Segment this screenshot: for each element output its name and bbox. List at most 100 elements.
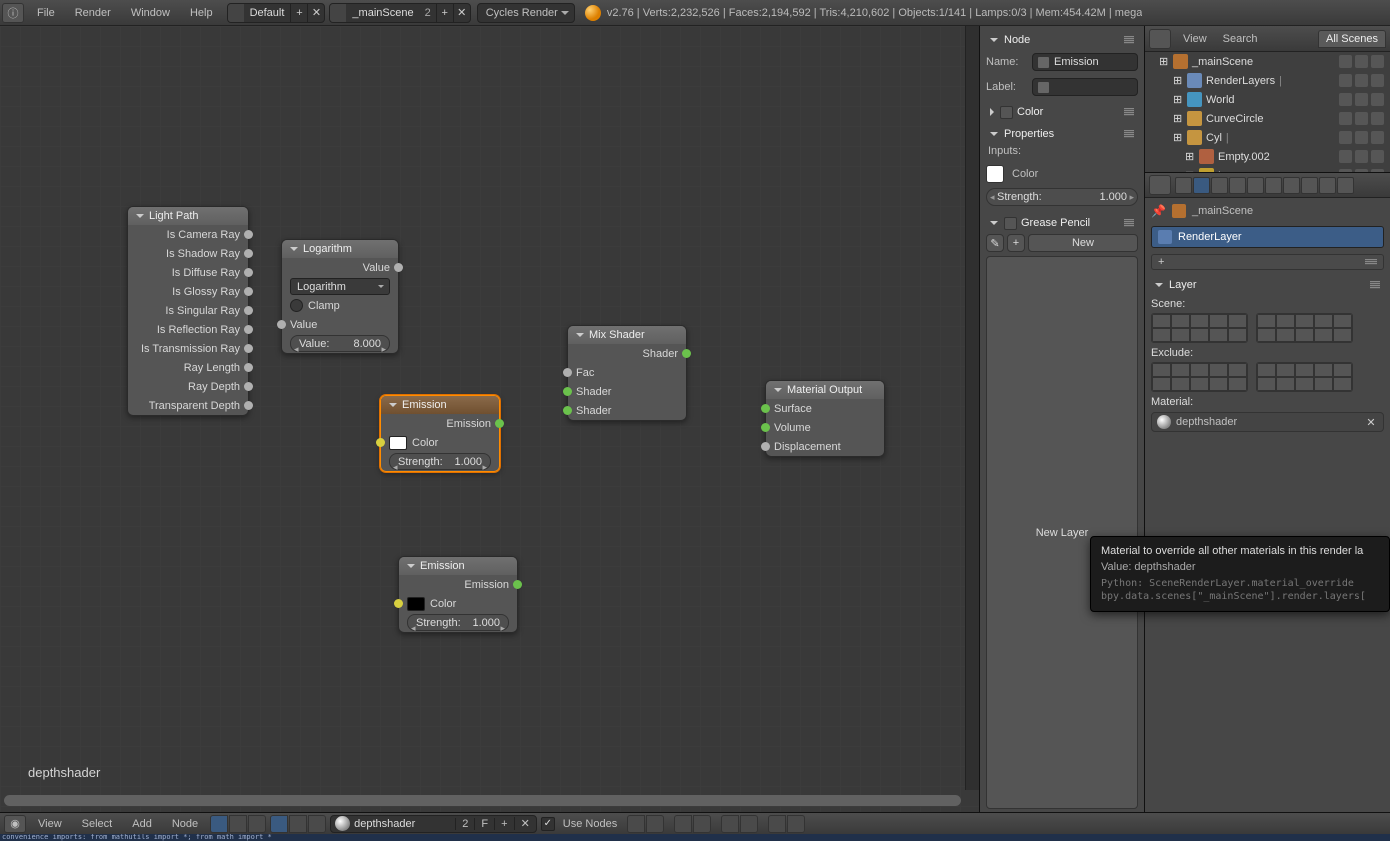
tree-row[interactable]: ⊞Cyl | [1145, 128, 1390, 147]
menu-file[interactable]: File [27, 0, 65, 26]
layer-cell[interactable] [1333, 328, 1352, 342]
material-selector[interactable]: depthshader 2 F + ✕ [330, 815, 537, 833]
node-emission-2[interactable]: Emission Emission Color Strength:1.000 [398, 556, 518, 633]
backdrop-icon[interactable] [768, 815, 786, 833]
node-editor-icon[interactable]: ◉ [4, 815, 26, 833]
section-layer[interactable]: Layer [1151, 276, 1384, 294]
strength-input[interactable]: Strength:1.000 [986, 188, 1138, 206]
layer-cell[interactable] [1314, 328, 1333, 342]
layout-remove-icon[interactable]: ✕ [307, 4, 324, 22]
snap-type-icon[interactable] [693, 815, 711, 833]
scene-remove-icon[interactable]: ✕ [453, 4, 470, 22]
gp-new-button[interactable]: New [1028, 234, 1138, 252]
menu-view[interactable]: View [30, 818, 70, 830]
layer-grid-1[interactable] [1151, 313, 1248, 343]
menu-add[interactable]: Add [124, 818, 160, 830]
go-parent-icon[interactable] [646, 815, 664, 833]
layer-cell[interactable] [1190, 377, 1209, 391]
menu-window[interactable]: Window [121, 0, 180, 26]
menu-render[interactable]: Render [65, 0, 121, 26]
outliner-editor-icon[interactable] [1149, 29, 1171, 49]
node-header[interactable]: Mix Shader [568, 326, 686, 344]
backdrop-toggle[interactable] [768, 815, 805, 833]
layer-cell[interactable] [1276, 328, 1295, 342]
crumb-scene[interactable]: _mainScene [1192, 205, 1253, 217]
layer-cell[interactable] [1190, 328, 1209, 342]
label-input[interactable] [1032, 78, 1138, 96]
pin-icon[interactable] [627, 815, 645, 833]
layout-name[interactable]: Default [244, 7, 291, 19]
color-input-row[interactable]: Color [986, 163, 1138, 185]
layer-cell[interactable] [1333, 314, 1352, 328]
node-emission-1[interactable]: Emission Emission Color Strength:1.000 [380, 395, 500, 472]
layer-cell[interactable] [1314, 377, 1333, 391]
scene-browse-icon[interactable] [330, 4, 346, 22]
layer-cell[interactable] [1171, 314, 1190, 328]
lamp-shader-icon[interactable] [308, 815, 326, 833]
node-material-output[interactable]: Material Output Surface Volume Displacem… [765, 380, 885, 457]
layer-cell[interactable] [1209, 314, 1228, 328]
section-node[interactable]: Node [986, 31, 1138, 49]
scene-name[interactable]: _mainScene [346, 7, 419, 19]
layer-cell[interactable] [1295, 377, 1314, 391]
object-shader-icon[interactable] [270, 815, 288, 833]
material-remove-icon[interactable]: ✕ [514, 817, 536, 830]
paste-icon[interactable] [740, 815, 758, 833]
snap-icon[interactable] [674, 815, 692, 833]
menu-node[interactable]: Node [164, 818, 206, 830]
tab-material[interactable] [1319, 177, 1336, 194]
layer-grid-3[interactable] [1151, 362, 1248, 392]
layer-cell[interactable] [1333, 377, 1352, 391]
outliner-view[interactable]: View [1179, 33, 1211, 45]
layer-cell[interactable] [1152, 328, 1171, 342]
section-grease-pencil[interactable]: Grease Pencil [986, 214, 1138, 232]
layer-cell[interactable] [1171, 377, 1190, 391]
outliner-tree[interactable]: ⊞_mainScene⊞RenderLayers | ⊞World⊞CurveC… [1145, 52, 1390, 172]
layer-grid-2[interactable] [1256, 313, 1353, 343]
node-header[interactable]: Emission [381, 396, 499, 414]
layer-cell[interactable] [1295, 314, 1314, 328]
clamp-check[interactable]: Clamp [282, 296, 398, 315]
tab-render[interactable] [1175, 177, 1192, 194]
layer-cell[interactable] [1276, 314, 1295, 328]
pin-icon[interactable]: 📌 [1151, 204, 1166, 218]
tree-row[interactable]: ⊞Empty.002 [1145, 147, 1390, 166]
texture-tree-icon[interactable] [248, 815, 266, 833]
layer-cell[interactable] [1257, 377, 1276, 391]
strength-field[interactable]: Strength:1.000 [399, 613, 517, 632]
info-editor-icon[interactable]: ⓘ [2, 3, 24, 23]
tree-type-toggle[interactable] [210, 815, 266, 833]
layer-cell[interactable] [1228, 328, 1247, 342]
tree-row[interactable]: ⊞RenderLayers | [1145, 71, 1390, 90]
node-editor[interactable]: Light Path Is Camera Ray Is Shadow Ray I… [0, 26, 980, 812]
node-header[interactable]: Logarithm [282, 240, 398, 258]
layer-cell[interactable] [1228, 377, 1247, 391]
gp-pencil-icon[interactable]: ✎ [986, 234, 1004, 252]
node-logarithm[interactable]: Logarithm Value Logarithm Clamp Value Va… [281, 239, 399, 354]
tab-render-layers[interactable] [1193, 177, 1210, 194]
tree-row[interactable]: ⊞Lamp [1145, 166, 1390, 172]
in-color[interactable]: Color [381, 433, 499, 452]
node-header[interactable]: Material Output [766, 381, 884, 399]
outliner-search[interactable]: Search [1219, 33, 1262, 45]
material-add-icon[interactable]: + [494, 818, 513, 830]
shader-type-toggle[interactable] [270, 815, 326, 833]
layer-cell[interactable] [1257, 363, 1276, 377]
gp-checkbox[interactable] [1004, 217, 1017, 230]
material-fake-user[interactable]: F [474, 818, 494, 830]
layer-cell[interactable] [1152, 314, 1171, 328]
material-clear-icon[interactable]: ✕ [1364, 415, 1378, 429]
node-mix-shader[interactable]: Mix Shader Shader Fac Shader Shader [567, 325, 687, 421]
tree-row[interactable]: ⊞CurveCircle [1145, 109, 1390, 128]
layer-cell[interactable] [1152, 363, 1171, 377]
pin-toggle[interactable] [627, 815, 664, 833]
renderlayer-add[interactable]: + [1151, 254, 1384, 270]
tab-world[interactable] [1229, 177, 1246, 194]
layer-cell[interactable] [1209, 328, 1228, 342]
layer-cell[interactable] [1276, 363, 1295, 377]
layer-cell[interactable] [1257, 314, 1276, 328]
tab-data[interactable] [1301, 177, 1318, 194]
renderlayer-item[interactable]: RenderLayer [1151, 226, 1384, 248]
outliner-mode[interactable]: All Scenes [1318, 30, 1386, 48]
layer-grid-4[interactable] [1256, 362, 1353, 392]
